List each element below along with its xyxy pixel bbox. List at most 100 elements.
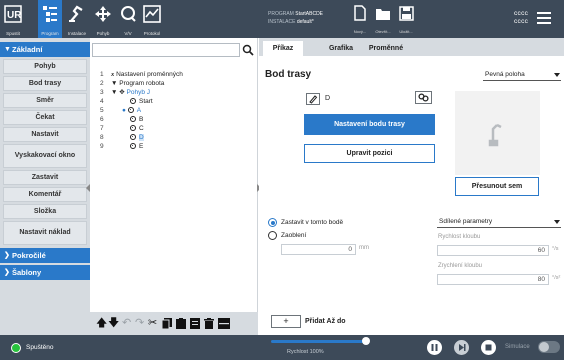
tab-graphics[interactable]: Grafika xyxy=(321,41,361,56)
position-type-select[interactable]: Pevná poloha xyxy=(483,70,561,81)
copy-icon[interactable] xyxy=(162,318,172,329)
log-icon xyxy=(143,5,161,23)
robot-arm-icon xyxy=(488,123,502,147)
step-button[interactable] xyxy=(454,340,469,355)
chevron-right-icon: ❯ xyxy=(4,252,10,259)
edit-position-button[interactable]: Upravit pozici xyxy=(304,144,435,163)
blend-radius-input[interactable]: 0 xyxy=(281,244,356,255)
rename-waypoint-button[interactable] xyxy=(306,93,320,105)
move-here-button[interactable]: Přesunout sem xyxy=(455,177,539,196)
tree-row[interactable]: 7 C xyxy=(90,125,256,133)
parameters-select[interactable]: Sdílené parametry xyxy=(437,217,561,228)
sidebar-item-folder[interactable]: Složka xyxy=(3,204,87,219)
expand-triangle-icon: ▼ xyxy=(111,89,118,96)
stop-at-point-radio[interactable] xyxy=(268,218,277,227)
tab-command[interactable]: Příkaz xyxy=(263,41,303,56)
sidebar-header-advanced-label: Pokročilé xyxy=(12,251,46,260)
tree-row-selected[interactable]: 8 D xyxy=(90,134,256,142)
move-tab-button[interactable]: Pohyb xyxy=(92,0,114,38)
sidebar-header-templates[interactable]: ❯ Šablony xyxy=(0,265,90,280)
joint-accel-input[interactable]: 80 xyxy=(437,274,549,285)
sidebar-item-popup[interactable]: Vyskakovací okno xyxy=(3,144,87,168)
tree-row[interactable]: 4 Start xyxy=(90,98,256,106)
installation-key: INSTALACE xyxy=(268,19,296,25)
program-icon xyxy=(43,6,57,22)
joint-accel-unit: °/s² xyxy=(552,275,561,281)
installation-tab-button[interactable]: Instalace xyxy=(65,0,89,38)
move-up-icon[interactable]: 🡅 xyxy=(96,318,107,329)
simulation-toggle[interactable] xyxy=(538,341,560,353)
top-bar: UR Spustit Program Instalace Pohyb V/V P… xyxy=(0,0,564,38)
add-until-button[interactable]: + xyxy=(271,315,301,328)
add-until-label: Přidat Až do xyxy=(305,318,346,325)
sidebar-item-set-payload[interactable]: Nastavit náklad xyxy=(3,221,87,245)
page-title: Bod trasy xyxy=(265,69,312,80)
log-tab-button[interactable]: Protokol xyxy=(140,0,164,38)
tab-variables[interactable]: Proměnné xyxy=(361,41,411,56)
blend-label: Zaoblení xyxy=(281,232,307,239)
stop-button[interactable] xyxy=(481,340,496,355)
blend-radio[interactable] xyxy=(268,231,277,240)
sidebar-item-direction[interactable]: Směr xyxy=(3,93,87,108)
chevron-down-icon: ▼ xyxy=(4,46,11,53)
move-down-icon[interactable]: 🡇 xyxy=(108,318,119,329)
search-input[interactable] xyxy=(92,43,240,57)
joint-speed-input[interactable]: 60 xyxy=(437,245,549,256)
tab-bar: Příkaz Grafika Proměnné xyxy=(259,38,564,56)
sidebar-item-wait[interactable]: Čekat xyxy=(3,110,87,125)
redo-icon[interactable]: ↷ xyxy=(135,318,144,329)
tree-row-number: 4 xyxy=(100,98,104,105)
move-icon xyxy=(95,6,111,22)
io-tab-button[interactable]: V/V xyxy=(117,0,139,38)
suppress-icon[interactable] xyxy=(218,318,230,329)
hamburger-menu-icon[interactable] xyxy=(537,12,551,24)
sidebar-item-halt[interactable]: Zastavit xyxy=(3,170,87,185)
pause-button[interactable] xyxy=(427,340,442,355)
run-label: Spustit xyxy=(6,31,20,36)
save-file-button[interactable]: Uložit... xyxy=(395,3,417,36)
speed-slider[interactable] xyxy=(271,340,367,343)
tree-row[interactable]: 2 ▼ Program robota xyxy=(90,80,256,88)
speed-label: Rychlost 100% xyxy=(287,349,324,355)
tree-row-label: Start xyxy=(139,98,153,105)
waypoint-icon xyxy=(130,134,136,140)
tree-row[interactable]: 9 E xyxy=(90,143,256,151)
delete-icon[interactable] xyxy=(204,318,214,329)
waypoint-icon xyxy=(127,107,134,113)
tree-row[interactable]: 1 x Nastavení proměnných xyxy=(90,71,256,79)
user-line-1: cccc xyxy=(514,10,529,17)
program-tab-button[interactable]: Program xyxy=(38,0,62,38)
svg-text:UR: UR xyxy=(7,10,22,21)
sidebar-header-basic[interactable]: ▼ Základní xyxy=(0,42,90,57)
sidebar-item-move[interactable]: Pohyb xyxy=(3,59,87,74)
save-file-label: Uložit... xyxy=(399,29,413,34)
tree-row-label: C xyxy=(139,125,144,132)
node-settings-panel: Příkaz Grafika Proměnné Bod trasy Pevná … xyxy=(259,38,564,335)
robot-preview-image xyxy=(455,91,540,175)
tree-row[interactable]: 5 ● A xyxy=(90,107,256,115)
undo-icon[interactable]: ↶ xyxy=(122,318,131,329)
set-waypoint-button[interactable]: Nastavení bodu trasy xyxy=(304,114,435,135)
sidebar-header-advanced[interactable]: ❯ Pokročilé xyxy=(0,248,90,263)
tree-row-number: 9 xyxy=(100,143,104,150)
tree-row[interactable]: 6 B xyxy=(90,116,256,124)
speed-slider-handle[interactable] xyxy=(362,337,370,345)
move-node-icon: ✥ xyxy=(119,89,125,96)
paste-icon[interactable] xyxy=(176,318,186,329)
step-icon xyxy=(459,344,466,351)
run-button[interactable]: UR Spustit xyxy=(2,0,24,38)
expand-triangle-icon: ▼ xyxy=(111,80,118,87)
tree-row-label: Nastavení proměnných xyxy=(116,71,183,78)
sidebar-item-waypoint[interactable]: Bod trasy xyxy=(3,76,87,91)
cut-icon[interactable]: ✂ xyxy=(148,318,157,329)
sidebar-item-set[interactable]: Nastavit xyxy=(3,127,87,142)
parameters-value: Sdílené parametry xyxy=(439,218,493,225)
program-label: Program xyxy=(41,31,59,36)
position-type-value: Pevná poloha xyxy=(485,71,525,78)
search-icon[interactable] xyxy=(242,44,254,56)
tree-row[interactable]: 3 ▼ ✥ Pohyb J xyxy=(90,89,256,97)
link-waypoint-button[interactable] xyxy=(415,91,432,104)
tree-row-label: B xyxy=(139,116,144,123)
duplicate-icon[interactable] xyxy=(190,318,200,329)
sidebar-item-comment[interactable]: Komentář xyxy=(3,187,87,202)
